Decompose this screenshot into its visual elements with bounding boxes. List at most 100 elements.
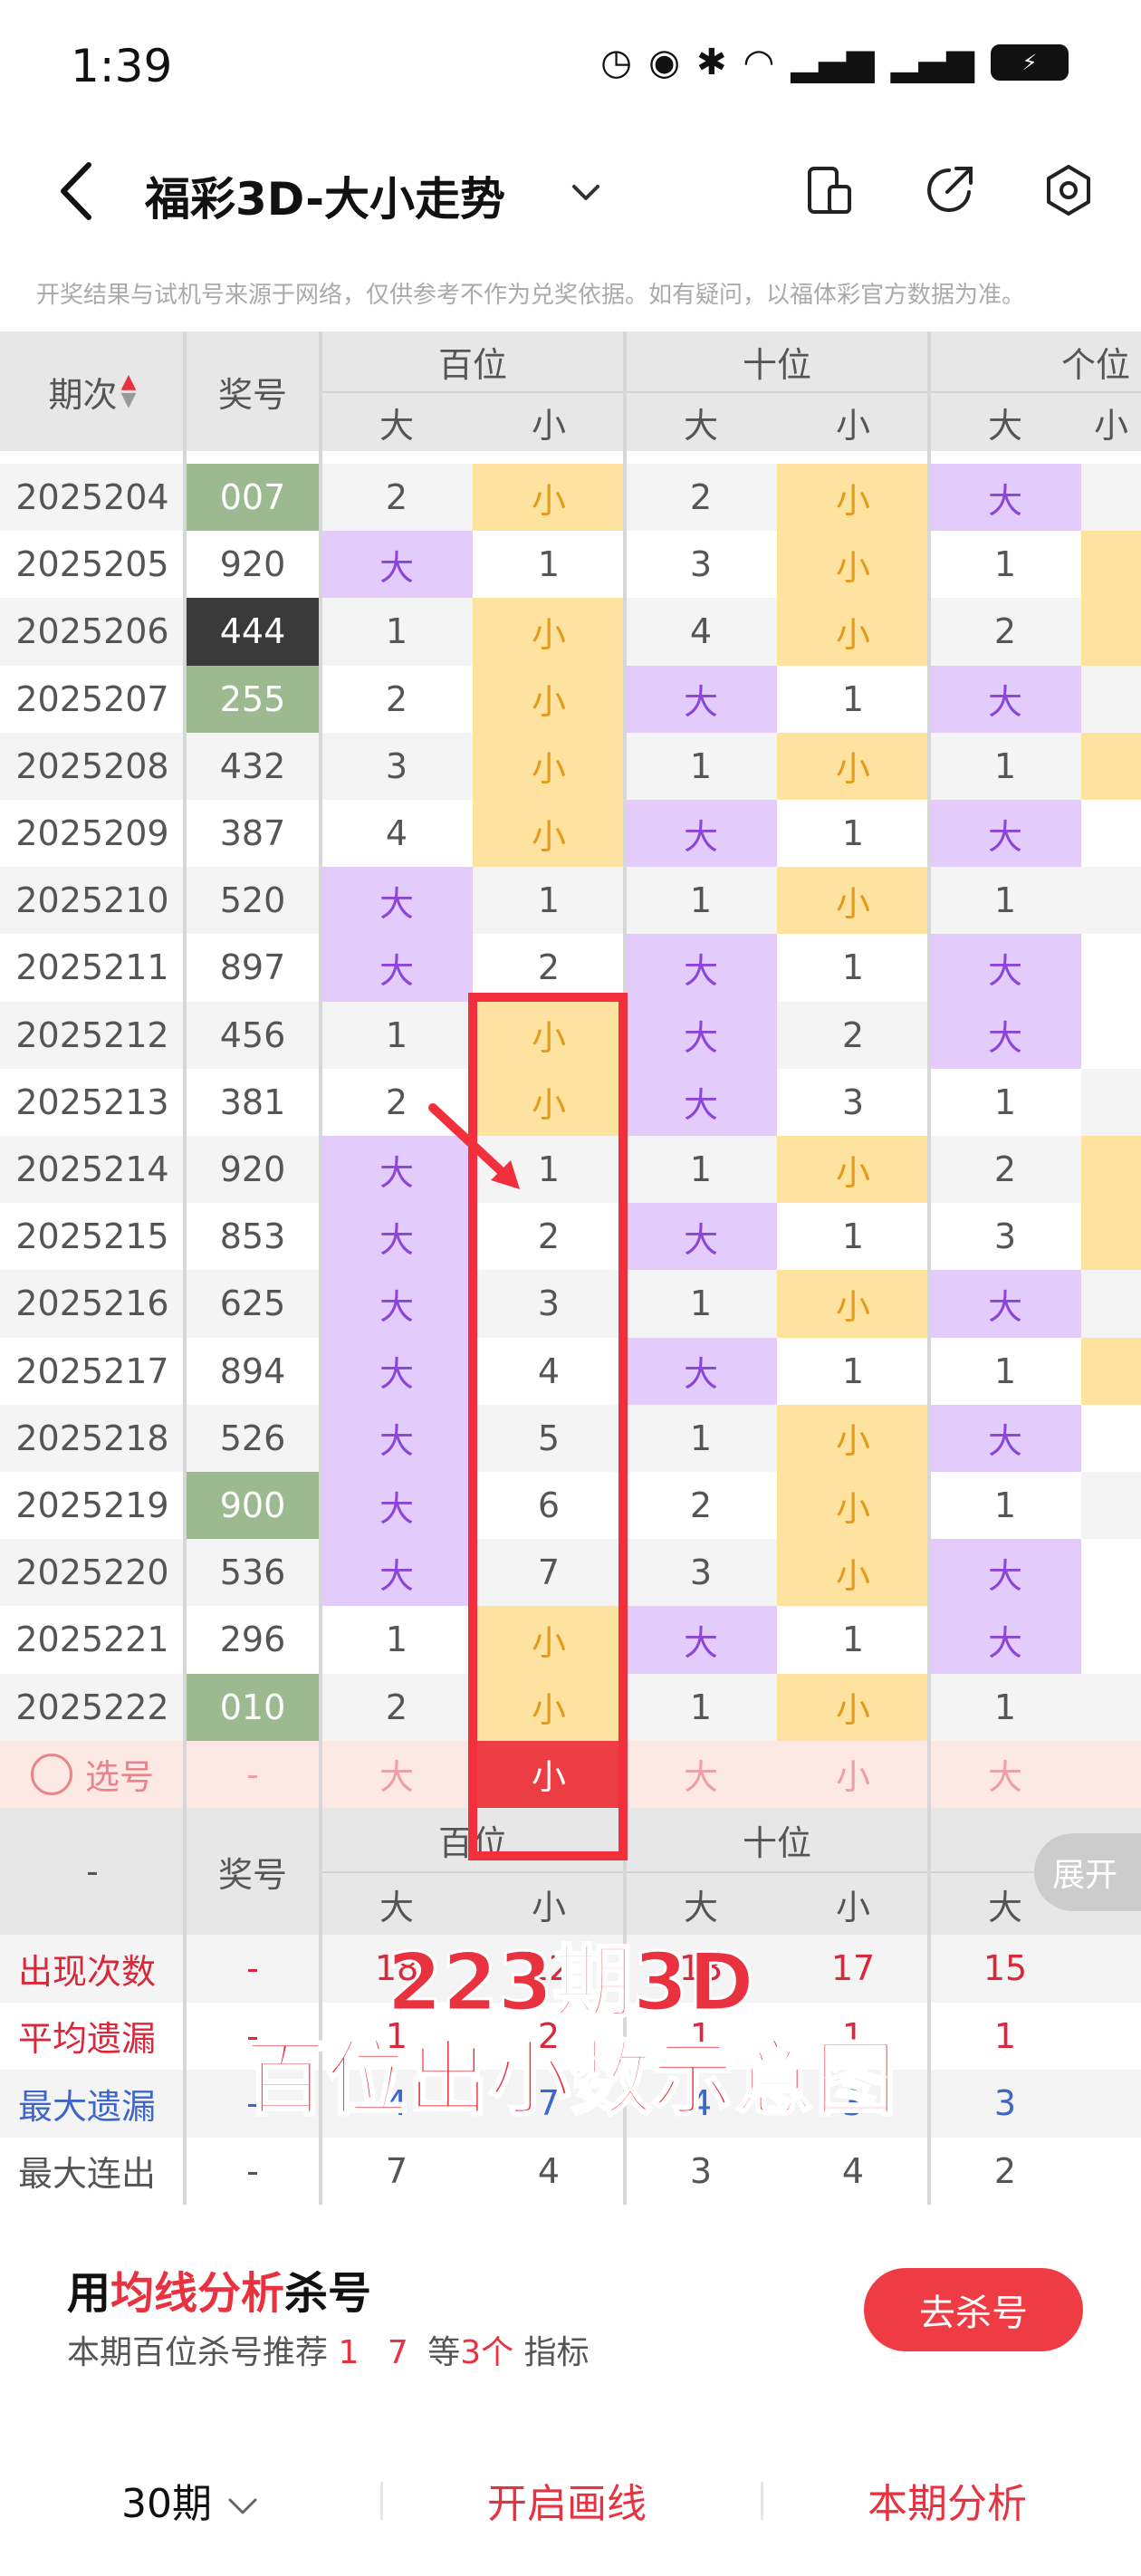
stats-t-big: 3 xyxy=(689,2150,713,2191)
h-big-cell: 2 xyxy=(385,477,408,518)
share-icon[interactable] xyxy=(920,161,978,219)
stats-h-small: 4 xyxy=(537,2150,561,2191)
footer-divider xyxy=(761,2482,763,2520)
t-big-cell: 1 xyxy=(689,880,713,921)
period-cell: 2025220 xyxy=(15,1552,169,1593)
award-cell: 381 xyxy=(219,1081,286,1122)
h-big-cell: 大 xyxy=(321,1270,473,1338)
chevron-down-icon xyxy=(228,2498,257,2514)
h-small-cell: 2 xyxy=(537,947,561,988)
o-big-cell: 1 xyxy=(993,1081,1017,1122)
overlay-subtitle: 百位出小数示意图 xyxy=(244,2031,898,2129)
h-big-cell: 2 xyxy=(385,678,408,719)
h-big-cell: 4 xyxy=(385,813,408,854)
t-big-cell: 3 xyxy=(689,544,713,585)
h-big-cell: 3 xyxy=(385,745,408,786)
page-title[interactable]: 福彩3D-大小走势 xyxy=(145,163,505,228)
ones-small-cell xyxy=(1081,1673,1141,1741)
period-select-label: 30期 xyxy=(121,2481,212,2527)
t-small-cell: 1 xyxy=(841,813,865,854)
phone-layout-icon[interactable] xyxy=(801,161,858,219)
t-big-cell: 大 xyxy=(625,800,777,868)
ones-small-cell xyxy=(1081,531,1141,599)
settings-icon[interactable] xyxy=(1040,161,1098,219)
h-big-cell: 大 xyxy=(321,867,473,935)
award-cell: 526 xyxy=(219,1418,286,1458)
o-big-cell: 大 xyxy=(929,464,1081,532)
award-cell: 853 xyxy=(219,1216,286,1257)
stats-tens-header: 十位 xyxy=(742,1822,811,1863)
period-cell: 2025219 xyxy=(15,1485,169,1526)
go-kill-button[interactable]: 去杀号 xyxy=(864,2268,1083,2351)
period-cell: 2025217 xyxy=(15,1350,169,1391)
award-cell: 897 xyxy=(219,947,286,988)
award-cell: 894 xyxy=(219,1350,286,1391)
ones-small-cell xyxy=(1081,1203,1141,1271)
card-sub-mid: 等 xyxy=(427,2334,461,2371)
draw-lines-button[interactable]: 开启画线 xyxy=(487,2471,647,2529)
battery-icon: ⚡ xyxy=(991,44,1069,81)
card-sub-post: 指标 xyxy=(523,2334,590,2371)
award-cell: 296 xyxy=(219,1620,286,1660)
sort-icon: ▲ ▼ xyxy=(120,370,137,411)
card-sub-pre: 本期百位杀号推荐 xyxy=(67,2334,329,2371)
period-sort-header[interactable]: 期次 ▲ ▼ xyxy=(0,332,185,451)
period-cell: 2025208 xyxy=(15,745,169,786)
h-small-cell: 小 xyxy=(473,464,625,532)
chevron-down-icon[interactable] xyxy=(563,170,609,216)
expand-button[interactable]: 展开 xyxy=(1034,1833,1141,1911)
ones-small-cell xyxy=(1081,1068,1141,1136)
ones-small-cell xyxy=(1081,1001,1141,1069)
arrow-icon xyxy=(428,1103,520,1189)
o-big-cell: 大 xyxy=(929,800,1081,868)
pick-t-big-toggle[interactable]: 大 xyxy=(625,1741,777,1808)
pick-number-button[interactable]: 选号 xyxy=(0,1741,185,1808)
t-small-cell: 1 xyxy=(841,1216,865,1257)
pick-label: 选号 xyxy=(84,1757,154,1798)
t-big-cell: 3 xyxy=(689,1552,713,1593)
t-big-cell: 大 xyxy=(625,1337,777,1405)
stats-award-header: 奖号 xyxy=(217,1854,287,1895)
t-big-cell: 1 xyxy=(689,1418,713,1458)
ones-small-cell xyxy=(1081,934,1141,1002)
pick-t-small-toggle[interactable]: 小 xyxy=(777,1741,929,1808)
ones-small-cell xyxy=(1081,1270,1141,1338)
period-analysis-button[interactable]: 本期分析 xyxy=(868,2471,1027,2529)
t-small-cell: 1 xyxy=(841,678,865,719)
period-cell: 2025206 xyxy=(15,611,169,652)
ones-small-cell xyxy=(1081,464,1141,532)
ones-small-cell xyxy=(1081,598,1141,666)
ones-small-cell xyxy=(1081,665,1141,733)
ones-group-header: 个位 xyxy=(1060,344,1130,385)
stats-t-small: 4 xyxy=(841,2150,865,2191)
award-header: 奖号 xyxy=(217,374,287,415)
t-big-cell: 大 xyxy=(625,934,777,1002)
award-cell: 536 xyxy=(219,1552,286,1593)
t-big-cell: 2 xyxy=(689,1485,713,1526)
ones-small-cell xyxy=(1081,1539,1141,1607)
period-cell: 2025214 xyxy=(15,1149,169,1190)
t-small-cell: 小 xyxy=(777,464,929,532)
t-small-cell: 小 xyxy=(777,1270,929,1338)
card-sub-numbers: 1 7 xyxy=(338,2334,417,2371)
big-sub-header: 大 xyxy=(929,391,1081,451)
period-select-button[interactable]: 30期 xyxy=(121,2471,261,2529)
ones-small-cell xyxy=(1081,1606,1141,1674)
award-cell: 010 xyxy=(185,1673,321,1741)
period-header-label: 期次 xyxy=(48,374,118,415)
award-cell: 007 xyxy=(185,464,321,532)
pick-h-big-toggle[interactable]: 大 xyxy=(321,1741,473,1808)
stats-o-big: 2 xyxy=(993,2150,1017,2191)
period-cell: 2025212 xyxy=(15,1014,169,1055)
bottom-toolbar: 30期 开启画线 本期分析 xyxy=(0,2422,1141,2576)
back-icon[interactable] xyxy=(53,159,103,223)
pick-o-big-toggle[interactable]: 大 xyxy=(929,1741,1081,1808)
stats-label: 最大连出 xyxy=(18,2154,157,2195)
period-cell: 2025211 xyxy=(15,947,169,988)
h-big-cell: 大 xyxy=(321,1203,473,1271)
award-cell: 432 xyxy=(219,745,286,786)
hundreds-group-header: 百位 xyxy=(437,344,507,385)
alarm-icon: ◷ xyxy=(600,42,633,83)
h-small-cell: 小 xyxy=(473,665,625,733)
award-cell: 920 xyxy=(219,544,286,585)
